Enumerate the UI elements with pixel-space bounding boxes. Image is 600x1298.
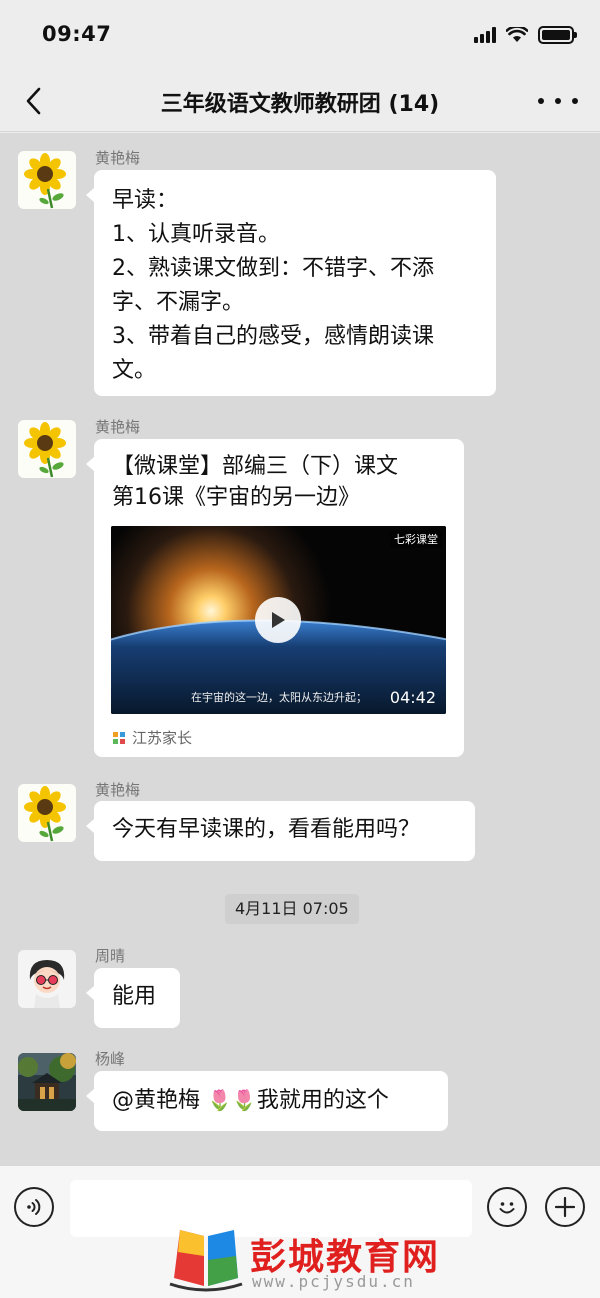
sender-name: 黄艳梅 [95,418,141,436]
message-bubble[interactable]: 能用 [86,968,180,1028]
tulip-emoji: 🌷🌷 [207,1088,257,1112]
message-text: 我就用的这个 [256,1088,389,1113]
sender-name: 黄艳梅 [95,781,141,799]
sunflower-avatar[interactable] [18,420,76,478]
voice-icon [27,1199,41,1215]
video-thumbnail[interactable]: 七彩课堂 在宇宙的这一边，太阳从东边升起； 04:42 [111,526,446,714]
book-logo-icon [169,1230,243,1292]
battery-icon [538,26,577,44]
plus-icon [554,1196,576,1218]
status-icons [474,26,577,44]
more-button[interactable] [538,88,578,114]
timestamp-chip: 4月11日 07:05 [225,894,359,924]
source-name: 江苏家长 [132,729,193,747]
card-title-line: 【微课堂】部编三（下）课文 [112,454,399,479]
message-bubble[interactable]: 早读： 1、认真听录音。 2、熟读课文做到：不错字、不添 字、不漏字。 3、带着… [86,170,496,396]
watermark-url: www.pcjysdu.cn [252,1272,415,1291]
smiley-icon [499,1202,515,1214]
plus-button[interactable] [545,1187,585,1227]
channel-logo: 七彩课堂 [390,530,442,548]
card-title-line: 第16课《宇宙的另一边》 [112,485,360,510]
message-line: 早读： [112,188,179,213]
emoji-button[interactable] [487,1187,527,1227]
message-bubble[interactable]: @黄艳梅 🌷🌷我就用的这个 [86,1071,448,1131]
video-subtitle: 在宇宙的这一边，太阳从东边升起； [191,691,367,704]
chat-area[interactable]: 黄艳梅 早读： 1、认真听录音。 2、熟读课文做到：不错字、不添 字、不漏字。 … [0,133,600,1165]
cellular-signal-icon [474,27,496,43]
wifi-icon [506,27,528,42]
app-logo-icon [113,731,125,744]
message-line: 2、熟读课文做到：不错字、不添 [112,256,434,281]
sender-name: 周晴 [95,947,126,965]
voice-button[interactable] [14,1187,54,1227]
video-duration: 04:42 [389,688,436,707]
scenery-avatar[interactable] [18,1053,76,1111]
play-icon [272,612,285,628]
card-source: 江苏家长 [112,727,192,748]
cartoon-girl-avatar[interactable] [18,950,76,1008]
message-line: 1、认真听录音。 [112,222,280,247]
card-title: 【微课堂】部编三（下）课文 第16课《宇宙的另一边》 [112,451,452,513]
watermark: 彭城教育网 www.pcjysdu.cn [166,1226,446,1294]
message-text: 能用 [112,984,157,1009]
message-bubble[interactable]: 今天有早读课的，看看能用吗？ [86,801,475,861]
nav-bar: 三年级语文教师教研团 (14) [0,70,600,132]
status-bar: 09:47 [0,0,600,70]
status-time: 09:47 [42,22,112,46]
sender-name: 黄艳梅 [95,149,141,167]
sunflower-avatar[interactable] [18,151,76,209]
message-line: 文。 [112,358,157,383]
message-line: 3、带着自己的感受，感情朗读课 [112,324,434,349]
message-text: 今天有早读课的，看看能用吗？ [112,817,421,842]
sunflower-avatar[interactable] [18,784,76,842]
mention-text: @黄艳梅 [112,1088,207,1113]
sender-name: 杨峰 [95,1050,126,1068]
chat-title: 三年级语文教师教研团 (14) [160,92,440,117]
message-line: 字、不漏字。 [112,290,245,315]
video-link-card[interactable]: 【微课堂】部编三（下）课文 第16课《宇宙的另一边》 七彩课堂 在宇宙的这一边，… [86,439,464,757]
play-button[interactable] [255,597,301,643]
